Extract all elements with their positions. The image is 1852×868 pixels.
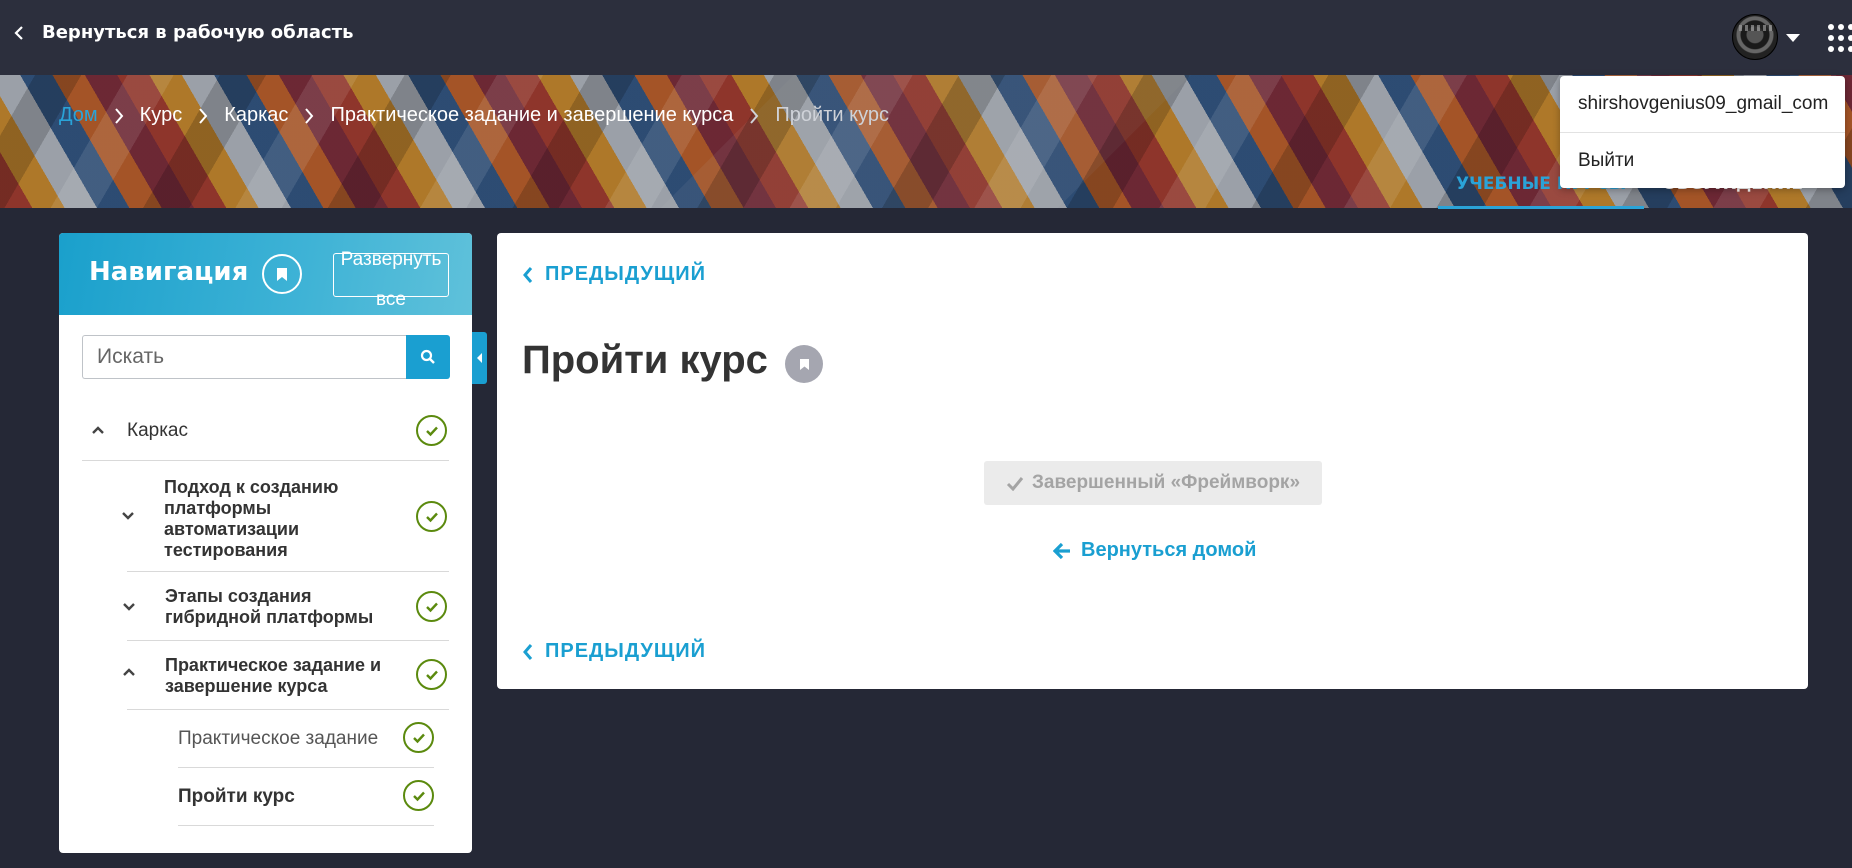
completed-check-icon [416, 659, 447, 690]
sidebar-item-approach[interactable]: Подход к созданию платформы автоматизаци… [59, 461, 472, 571]
user-menu-dropdown: shirshovgenius09_gmail_com Выйти [1560, 76, 1845, 188]
previous-link-top[interactable]: ПРЕДЫДУЩИЙ [522, 263, 706, 286]
sidebar-item-practical-section[interactable]: Практическое задание и завершение курса [59, 641, 472, 709]
sidebar-title: Навигация [89, 257, 249, 287]
back-to-workspace-label: Вернуться в рабочую область [42, 22, 354, 43]
chevron-down-icon [121, 511, 135, 521]
sidebar-item-complete-course[interactable]: Пройти курс [59, 768, 472, 825]
bookmark-page-button[interactable] [785, 345, 823, 383]
collapse-sidebar-button[interactable] [472, 332, 487, 384]
chevron-left-icon [523, 643, 533, 660]
chevron-right-icon [114, 107, 124, 125]
chevron-down-icon [122, 602, 136, 612]
previous-link-bottom[interactable]: ПРЕДЫДУЩИЙ [522, 640, 706, 663]
completed-check-icon [403, 780, 434, 811]
bookmark-icon [799, 358, 809, 370]
breadcrumb-section[interactable]: Практическое задание и завершение курса [330, 104, 733, 127]
breadcrumb-home[interactable]: Дом [59, 104, 98, 127]
return-home-link[interactable]: Вернуться домой [1053, 539, 1256, 562]
lesson-content: ПРЕДЫДУЩИЙ Пройти курс Завершенный «Фрей… [497, 233, 1808, 689]
previous-label: ПРЕДЫДУЩИЙ [545, 263, 706, 285]
divider [178, 825, 434, 826]
breadcrumb-framework[interactable]: Каркас [224, 104, 288, 127]
caret-left-icon [477, 353, 482, 363]
chevron-up-icon [122, 667, 136, 677]
sidebar-search [82, 335, 450, 379]
arrow-left-icon [1053, 542, 1070, 559]
sidebar-item-practical-task[interactable]: Практическое задание [59, 710, 472, 767]
chevron-up-icon [91, 425, 105, 435]
back-to-workspace-link[interactable]: Вернуться в рабочую область [14, 22, 354, 43]
avatar[interactable] [1732, 14, 1778, 60]
page-title: Пройти курс [522, 338, 768, 382]
sidebar-item-framework[interactable]: Каркас [59, 403, 472, 459]
apps-grid-icon[interactable] [1828, 24, 1852, 54]
top-bar: Вернуться в рабочую область [0, 0, 1852, 75]
completed-check-icon [403, 722, 434, 753]
logout-menu-item[interactable]: Выйти [1560, 132, 1845, 188]
chevron-right-icon [749, 107, 759, 125]
return-home-label: Вернуться домой [1081, 539, 1257, 561]
user-menu-username[interactable]: shirshovgenius09_gmail_com [1560, 76, 1845, 132]
breadcrumb: Дом Курс Каркас Практическое задание и з… [59, 104, 889, 127]
bookmark-icon [277, 267, 287, 281]
completed-button: Завершенный «Фреймворк» [984, 461, 1322, 505]
sidebar-item-label: Каркас [127, 420, 188, 441]
completed-check-icon [416, 501, 447, 532]
breadcrumb-course[interactable]: Курс [140, 104, 183, 127]
chevron-left-icon [14, 25, 23, 40]
completed-label: Завершенный «Фреймворк» [1031, 472, 1301, 493]
expand-all-button[interactable]: Развернуть все [333, 249, 449, 310]
completed-check-icon [416, 591, 447, 622]
breadcrumb-current: Пройти курс [775, 104, 889, 126]
sidebar-item-label: Этапы создания гибридной платформы [165, 586, 374, 627]
search-button[interactable] [406, 335, 450, 379]
sidebar-item-label: Практическое задание [178, 728, 379, 749]
chevron-right-icon [198, 107, 208, 125]
search-input[interactable] [82, 335, 406, 379]
completed-check-icon [416, 415, 447, 446]
sidebar-item-stages[interactable]: Этапы создания гибридной платформы [59, 572, 472, 640]
bookmarks-button[interactable] [262, 254, 302, 294]
sidebar-item-label: Подход к созданию платформы автоматизаци… [164, 477, 339, 560]
sidebar-item-label: Пройти курс [178, 786, 295, 807]
sidebar-item-label: Практическое задание и завершение курса [165, 655, 382, 696]
search-icon [420, 349, 435, 364]
chevron-right-icon [304, 107, 314, 125]
sidebar-header: Навигация Развернуть все [59, 233, 472, 315]
navigation-sidebar: Навигация Развернуть все Каркас Подход к… [59, 233, 472, 853]
previous-label: ПРЕДЫДУЩИЙ [545, 640, 706, 662]
expand-all-label: Развернуть все [340, 249, 442, 310]
chevron-left-icon [523, 266, 533, 283]
check-icon [1006, 476, 1024, 491]
caret-down-icon[interactable] [1786, 34, 1800, 42]
